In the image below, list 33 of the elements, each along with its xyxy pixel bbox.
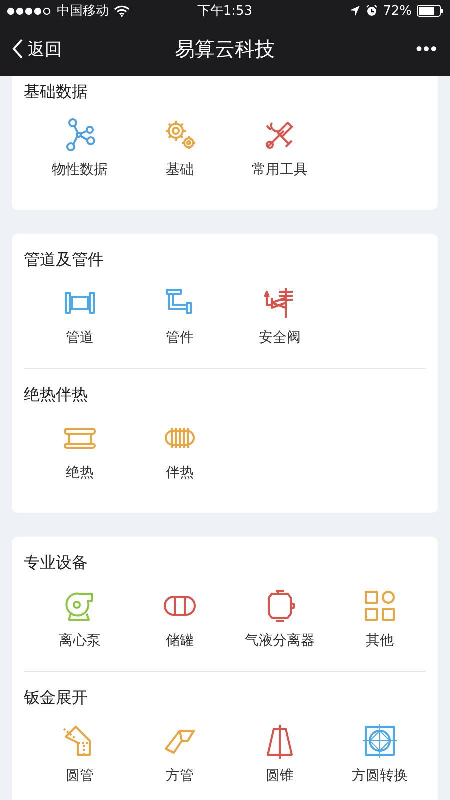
carrier-name: 中国移动 xyxy=(57,3,109,20)
menu-item[interactable]: 圆锥 xyxy=(230,723,330,786)
menu-item[interactable]: 基础 xyxy=(130,117,230,180)
menu-item[interactable]: 其他 xyxy=(330,588,430,651)
menu-item[interactable]: 常用工具 xyxy=(230,117,330,180)
section-title: 专业设备 xyxy=(24,552,89,574)
back-button[interactable]: 返回 xyxy=(12,38,62,60)
menu-item[interactable]: 安全阀 xyxy=(230,285,330,348)
more-button[interactable]: ••• xyxy=(416,38,438,60)
battery-percent: 72% xyxy=(383,4,412,18)
menu-item[interactable]: 管道 xyxy=(30,285,130,348)
menu-item[interactable]: 伴热 xyxy=(130,420,230,483)
menu-item[interactable]: 绝热 xyxy=(30,420,130,483)
menu-item[interactable]: 储罐 xyxy=(130,588,230,651)
page-title: 易算云科技 xyxy=(175,36,275,62)
menu-item[interactable]: 物性数据 xyxy=(30,117,130,180)
section-title: 绝热伴热 xyxy=(24,384,89,406)
menu-item[interactable]: 方管 xyxy=(130,723,230,786)
status-time: 下午1:53 xyxy=(197,3,253,20)
alarm-icon xyxy=(366,5,378,17)
menu-item[interactable]: 气液分离器 xyxy=(230,588,330,651)
signal-icon xyxy=(6,6,52,16)
section-title: 钣金展开 xyxy=(24,687,89,709)
section-title: 管道及管件 xyxy=(24,249,105,271)
chevron-icon xyxy=(12,39,24,59)
menu-item[interactable]: 圆管 xyxy=(30,723,130,786)
menu-item[interactable]: 管件 xyxy=(130,285,230,348)
menu-item[interactable]: 离心泵 xyxy=(30,588,130,651)
menu-item[interactable]: 方圆转换 xyxy=(330,723,430,786)
location-icon xyxy=(349,5,362,17)
battery-icon xyxy=(417,5,444,17)
wifi-icon xyxy=(114,5,130,17)
section-title: 基础数据 xyxy=(24,81,89,103)
